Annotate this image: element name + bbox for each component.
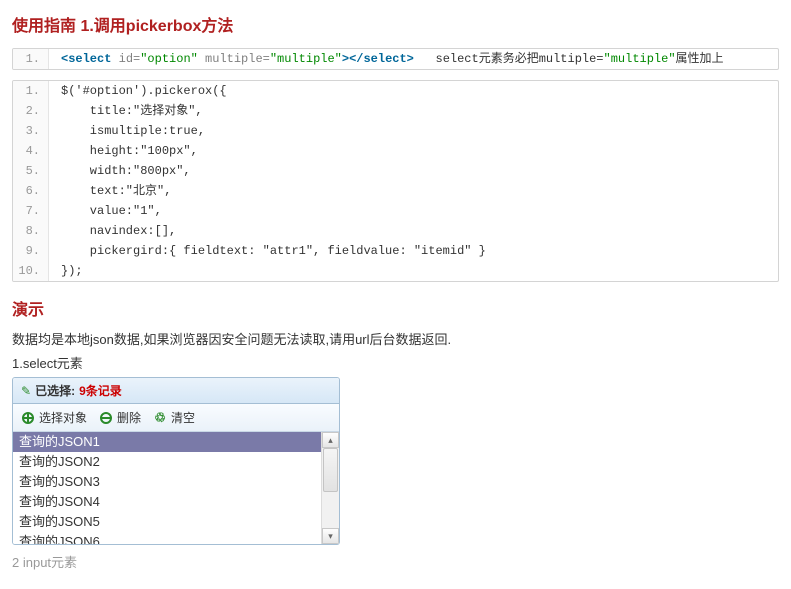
line-number: 1. [13, 49, 49, 69]
picker-widget: ✎ 已选择:9条记录 选择对象 删除 ♲ 清空 查询的JSON1查询的JSON2… [12, 377, 340, 545]
code-line: 6. text:"北京", [13, 181, 778, 201]
pencil-icon: ✎ [21, 384, 31, 398]
line-number: 9. [13, 241, 49, 261]
code-line: 4. height:"100px", [13, 141, 778, 161]
demo-note: 数据均是本地json数据,如果浏览器因安全问题无法读取,请用url后台数据返回. [12, 330, 779, 350]
trail-val: "multiple" [604, 52, 676, 66]
clear-label: 清空 [171, 409, 195, 426]
code-text: $('#option').pickerox({ [49, 81, 778, 101]
line-number: 2. [13, 101, 49, 121]
code-text: pickergird:{ fieldtext: "attr1", fieldva… [49, 241, 778, 261]
trail-text-b: 属性加上 [676, 52, 724, 66]
clear-button[interactable]: ♲ 清空 [153, 409, 195, 426]
line-number: 3. [13, 121, 49, 141]
line-number: 7. [13, 201, 49, 221]
code-block-select: 1. <select id="option" multiple="multipl… [12, 48, 779, 70]
selected-label: 已选择: [35, 382, 75, 399]
code-text: navindex:[], [49, 221, 778, 241]
line-number: 5. [13, 161, 49, 181]
code-line: 1. <select id="option" multiple="multipl… [13, 49, 778, 69]
line-number: 8. [13, 221, 49, 241]
demo-sub-2: 2 input元素 [12, 553, 779, 573]
demo-title: 演示 [12, 296, 779, 320]
code-text: width:"800px", [49, 161, 778, 181]
scroll-track[interactable] [322, 448, 339, 528]
line-number: 1. [13, 81, 49, 101]
tag-open: <select [61, 52, 111, 66]
attr-id: id= [111, 52, 140, 66]
code-text: value:"1", [49, 201, 778, 221]
picker-list: 查询的JSON1查询的JSON2查询的JSON3查询的JSON4查询的JSON5… [13, 432, 339, 544]
code-text: <select id="option" multiple="multiple">… [49, 49, 778, 69]
code-text: text:"北京", [49, 181, 778, 201]
tag-close: ></select> [342, 52, 414, 66]
code-line: 5. width:"800px", [13, 161, 778, 181]
code-line: 2. title:"选择对象", [13, 101, 778, 121]
scroll-thumb[interactable] [323, 448, 338, 492]
scroll-up-button[interactable]: ▴ [322, 432, 339, 448]
plus-icon [21, 411, 35, 425]
selected-count: 9条记录 [79, 382, 122, 399]
list-item[interactable]: 查询的JSON5 [13, 512, 321, 532]
recycle-icon: ♲ [153, 411, 167, 425]
select-label: 选择对象 [39, 409, 87, 426]
code-line: 9. pickergird:{ fieldtext: "attr1", fiel… [13, 241, 778, 261]
code-line: 8. navindex:[], [13, 221, 778, 241]
code-line: 10.}); [13, 261, 778, 281]
picker-list-inner[interactable]: 查询的JSON1查询的JSON2查询的JSON3查询的JSON4查询的JSON5… [13, 432, 321, 544]
val-mult: "multiple" [270, 52, 342, 66]
code-line: 1.$('#option').pickerox({ [13, 81, 778, 101]
code-text: height:"100px", [49, 141, 778, 161]
line-number: 6. [13, 181, 49, 201]
minus-icon [99, 411, 113, 425]
demo-sub-1: 1.select元素 [12, 354, 779, 374]
line-number: 4. [13, 141, 49, 161]
list-item[interactable]: 查询的JSON1 [13, 432, 321, 452]
trail-text-a: select元素务必把multiple= [414, 52, 604, 66]
delete-label: 删除 [117, 409, 141, 426]
picker-toolbar: 选择对象 删除 ♲ 清空 [13, 404, 339, 432]
scrollbar[interactable]: ▴ ▾ [321, 432, 339, 544]
code-line: 3. ismultiple:true, [13, 121, 778, 141]
delete-button[interactable]: 删除 [99, 409, 141, 426]
list-item[interactable]: 查询的JSON3 [13, 472, 321, 492]
list-item[interactable]: 查询的JSON2 [13, 452, 321, 472]
scroll-down-button[interactable]: ▾ [322, 528, 339, 544]
code-text: title:"选择对象", [49, 101, 778, 121]
code-text: ismultiple:true, [49, 121, 778, 141]
list-item[interactable]: 查询的JSON4 [13, 492, 321, 512]
code-block-init: 1.$('#option').pickerox({2. title:"选择对象"… [12, 80, 779, 282]
picker-header: ✎ 已选择:9条记录 [13, 378, 339, 404]
val-id: "option" [140, 52, 198, 66]
select-button[interactable]: 选择对象 [21, 409, 87, 426]
code-line: 7. value:"1", [13, 201, 778, 221]
page-title: 使用指南 1.调用pickerbox方法 [12, 12, 779, 36]
line-number: 10. [13, 261, 49, 281]
attr-mult: multiple= [198, 52, 270, 66]
code-text: }); [49, 261, 778, 281]
